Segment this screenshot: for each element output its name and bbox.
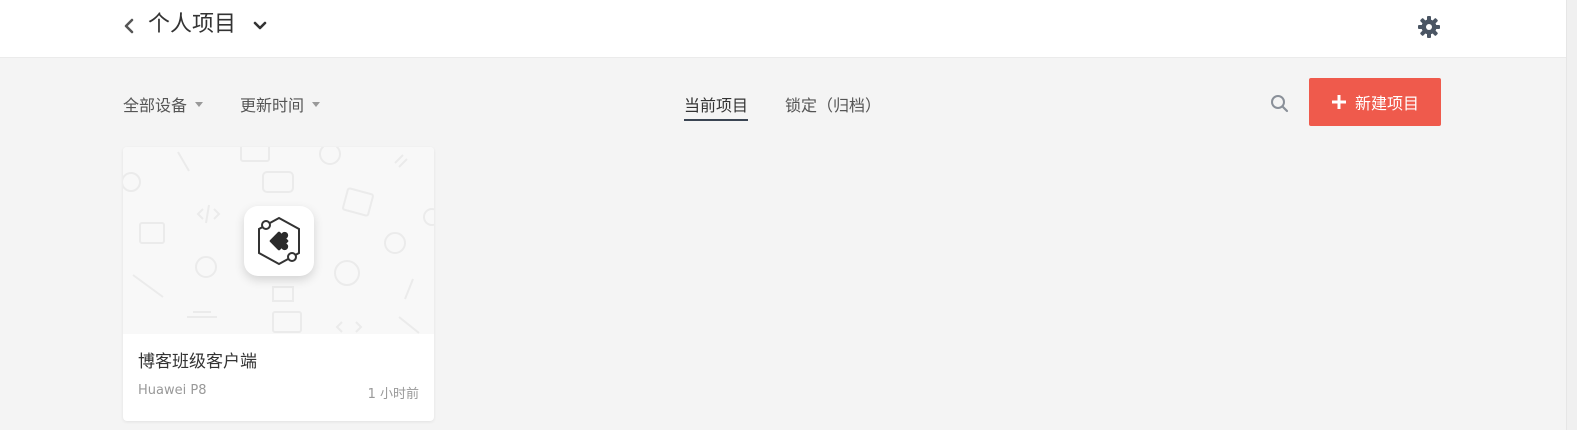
sort-filter-dropdown[interactable]: 更新时间 [240,92,321,116]
sort-filter-label: 更新时间 [240,96,305,115]
back-button[interactable] [120,15,138,37]
project-device: Huawei P8 [138,383,207,398]
puzzle-hexagon-icon [258,216,300,266]
plus-icon [1331,94,1347,110]
vertical-scrollbar[interactable] [1566,0,1577,430]
caret-down-icon [195,101,204,107]
gear-icon [1418,16,1440,38]
new-project-button[interactable]: 新建项目 [1309,78,1441,126]
tab-locked-archived[interactable]: 锁定（归档） [785,92,881,122]
device-filter-dropdown[interactable]: 全部设备 [123,92,204,116]
settings-button[interactable] [1416,14,1442,40]
project-app-icon [244,206,314,276]
new-project-label: 新建项目 [1354,94,1419,113]
chevron-left-icon [124,18,134,34]
search-button[interactable] [1269,93,1291,115]
device-filter-label: 全部设备 [123,96,188,115]
project-card[interactable]: 博客班级客户端 Huawei P8 1 小时前 [123,147,434,421]
project-updated-time: 1 小时前 [367,387,419,402]
search-icon [1271,95,1289,113]
caret-down-icon [312,101,321,107]
tab-current-projects[interactable]: 当前项目 [684,92,749,122]
project-name: 博客班级客户端 [138,352,257,372]
page-title: 个人项目 [148,12,237,37]
chevron-down-icon [253,21,267,30]
top-bar: 个人项目 [0,0,1577,58]
project-switcher-button[interactable] [251,17,269,35]
